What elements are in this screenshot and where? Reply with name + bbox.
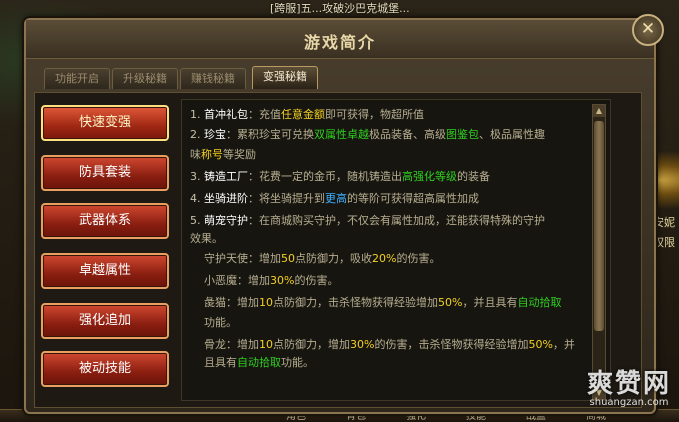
- watermark: 爽赞网 shuangzan.com: [587, 363, 671, 408]
- tab-feature-unlock[interactable]: 功能开启: [44, 68, 110, 89]
- watermark-url: shuangzan.com: [589, 397, 669, 408]
- description-line: 彘猫：增加10点防御力，击杀怪物获得经验增加50%，并且具有自动拾取: [204, 294, 561, 310]
- line-text: 且具有: [204, 356, 237, 369]
- description-line: 2. 珍宝：累积珍宝可兑换双属性卓越极品装备、高级图鉴包、极品属性趣: [190, 126, 545, 142]
- line-text: 10: [259, 296, 273, 309]
- close-button[interactable]: ✕: [632, 14, 664, 46]
- line-text: 图鉴包: [446, 128, 479, 141]
- side-button-armor-set[interactable]: 防具套装: [41, 155, 169, 191]
- content-area: 快速变强 防具套装 武器体系 卓越属性 强化追加 被动技能 1. 首冲礼包：充值…: [34, 92, 642, 408]
- description-line: 功能。: [204, 314, 237, 330]
- side-button-quick-power[interactable]: 快速变强: [41, 105, 169, 141]
- line-text: 、极品属性趣: [479, 128, 545, 141]
- line-text: 味: [190, 148, 201, 161]
- description-line: 且具有自动拾取功能。: [204, 354, 314, 370]
- dialog-title-bar: 游戏简介: [26, 20, 654, 59]
- description-panel: 1. 首冲礼包：充值任意金额即可获得，物超所值 2. 珍宝：累积珍宝可兑换双属性卓…: [181, 99, 611, 401]
- side-button-excellent-attr[interactable]: 卓越属性: [41, 253, 169, 289]
- line-text: ：累积珍宝可兑换: [226, 128, 314, 141]
- line-number: 3.: [190, 170, 204, 183]
- game-intro-dialog: 游戏简介 ✕ 功能开启 升级秘籍 赚钱秘籍 变强秘籍 快速变强 防具套装 武器体…: [24, 14, 664, 414]
- tab-leveling-tips[interactable]: 升级秘籍: [112, 68, 178, 89]
- line-text: 30%: [270, 274, 295, 287]
- line-text: 效果。: [190, 232, 223, 245]
- line-number: 1.: [190, 108, 204, 121]
- line-text: ，并: [552, 338, 575, 351]
- line-number: 2.: [190, 128, 204, 141]
- line-text: 守护天使：增加: [204, 252, 281, 265]
- line-text: ：将坐骑提升到: [248, 192, 325, 205]
- line-text: 的伤害。: [396, 252, 441, 265]
- line-text: 骨龙：增加: [204, 338, 259, 351]
- description-line: 守护天使：增加50点防御力，吸收20%的伤害。: [204, 250, 440, 266]
- line-text: 10: [259, 338, 273, 351]
- line-text: 极品装备、高级: [369, 128, 446, 141]
- line-text: 称号: [201, 148, 223, 161]
- line-text: 首冲礼包: [204, 108, 248, 121]
- line-text: ：花费一定的金币，随机铸造出: [248, 170, 402, 183]
- line-text: 功能。: [281, 356, 314, 369]
- line-text: 的装备: [457, 170, 490, 183]
- line-text: 双属性卓越: [314, 128, 369, 141]
- line-text: 50%: [528, 338, 553, 351]
- line-text: 点防御力，击杀怪物获得经验增加: [273, 296, 438, 309]
- close-icon: ✕: [640, 19, 656, 39]
- description-line: 5. 萌宠守护：在商城购买守护，不仅会有属性加成，还能获得特殊的守护: [190, 212, 545, 228]
- line-text: ：充值: [248, 108, 281, 121]
- dialog-title: 游戏简介: [303, 33, 376, 52]
- side-button-enhance-append[interactable]: 强化追加: [41, 303, 169, 339]
- line-text: 50: [281, 252, 295, 265]
- line-text: 功能。: [204, 316, 237, 329]
- tab-power-tips[interactable]: 变强秘籍: [252, 66, 318, 89]
- line-text: 30%: [350, 338, 375, 351]
- line-text: 自动拾取: [237, 356, 281, 369]
- line-text: 萌宠守护: [204, 214, 248, 227]
- system-announcement: [跨服]五...攻破沙巴克城堡...: [270, 2, 410, 15]
- line-number: 5.: [190, 214, 204, 227]
- line-text: 的伤害。: [294, 274, 339, 287]
- side-button-weapon-system[interactable]: 武器体系: [41, 203, 169, 239]
- description-line: 味称号等奖励: [190, 146, 256, 162]
- line-text: 彘猫：增加: [204, 296, 259, 309]
- description-line: 1. 首冲礼包：充值任意金额即可获得，物超所值: [190, 106, 424, 122]
- line-text: 珍宝: [204, 128, 226, 141]
- line-text: 坐骑进阶: [204, 192, 248, 205]
- line-text: 即可获得，物超所值: [325, 108, 424, 121]
- line-text: 高强化等级: [402, 170, 457, 183]
- side-button-passive-skill[interactable]: 被动技能: [41, 351, 169, 387]
- description-line: 小恶魔：增加30%的伤害。: [204, 272, 338, 288]
- watermark-logo: 爽赞网: [586, 369, 671, 399]
- tab-money-tips[interactable]: 赚钱秘籍: [180, 68, 246, 89]
- line-text: 更高: [325, 192, 347, 205]
- line-number: 4.: [190, 192, 204, 205]
- line-text: 自动拾取: [517, 296, 562, 309]
- line-text: 点防御力，吸收: [295, 252, 372, 265]
- line-text: ，并且具有: [462, 296, 518, 309]
- line-text: 任意金额: [281, 108, 325, 121]
- line-text: 等奖励: [223, 148, 256, 161]
- description-line: 效果。: [190, 230, 223, 246]
- line-text: 小恶魔：增加: [204, 274, 270, 287]
- line-text: 50%: [438, 296, 463, 309]
- line-text: 的伤害，击杀怪物获得经验增加: [374, 338, 529, 351]
- line-text: 铸造工厂: [204, 170, 248, 183]
- description-line: 骨龙：增加10点防御力，增加30%的伤害，击杀怪物获得经验增加50%，并: [204, 336, 575, 352]
- description-line: 3. 铸造工厂：花费一定的金币，随机铸造出高强化等级的装备: [190, 168, 490, 184]
- line-text: ：在商城购买守护，不仅会有属性加成，还能获得特殊的守护: [248, 214, 545, 227]
- scrollbar[interactable]: ▲ ▼: [592, 104, 606, 400]
- scroll-up-icon[interactable]: ▲: [593, 105, 605, 117]
- line-text: 的等阶可获得超高属性加成: [347, 192, 479, 205]
- line-text: 点防御力，增加: [273, 338, 350, 351]
- line-text: 20%: [372, 252, 397, 265]
- description-line: 4. 坐骑进阶：将坐骑提升到更高的等阶可获得超高属性加成: [190, 190, 479, 206]
- scroll-thumb[interactable]: [594, 121, 604, 331]
